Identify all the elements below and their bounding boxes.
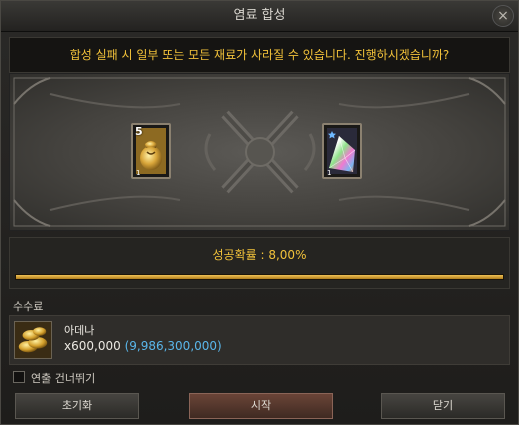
rainbow-crystal-icon — [327, 128, 357, 174]
result-slot-right[interactable]: 1 — [322, 123, 362, 179]
slot-count: 1 — [136, 169, 141, 177]
fee-panel: 아데나 x600,000 (9,986,300,000) — [9, 315, 510, 365]
synthesis-stage: 5 1 1 — [9, 73, 510, 231]
close-icon[interactable]: × — [492, 5, 514, 27]
start-button[interactable]: 시작 — [189, 393, 333, 419]
fee-label: 수수료 — [13, 300, 44, 313]
warning-message: 합성 실패 시 일부 또는 모든 재료가 사라질 수 있습니다. 진행하시겠습니… — [9, 37, 510, 73]
fee-amount: x600,000 — [64, 339, 121, 353]
skip-effect-checkbox[interactable] — [13, 371, 25, 383]
success-probability-text: 성공확률 : 8,00% — [212, 248, 307, 262]
close-button[interactable]: 닫기 — [381, 393, 505, 419]
fee-amount-line: x600,000 (9,986,300,000) — [64, 339, 222, 353]
success-progress-fill — [16, 275, 503, 279]
slot-count: 1 — [327, 169, 332, 177]
currency-name: 아데나 — [64, 324, 95, 337]
success-progress-bar — [15, 274, 504, 280]
reset-button[interactable]: 초기화 — [15, 393, 139, 419]
dye-synthesis-window: 염료 합성 × 합성 실패 시 일부 또는 모든 재료가 사라질 수 있습니다.… — [0, 0, 519, 425]
held-amount: (9,986,300,000) — [124, 339, 222, 353]
adena-coins-icon — [14, 321, 52, 359]
ornament-emblem — [13, 77, 506, 227]
window-title: 염료 합성 — [233, 8, 286, 23]
skip-effect-label[interactable]: 연출 건너뛰기 — [31, 370, 95, 386]
success-probability-panel: 성공확률 : 8,00% — [9, 237, 510, 289]
window-titlebar[interactable]: 염료 합성 × — [1, 1, 518, 32]
material-slot-left[interactable]: 5 1 — [131, 123, 171, 179]
slot-badge: 5 — [135, 125, 143, 138]
